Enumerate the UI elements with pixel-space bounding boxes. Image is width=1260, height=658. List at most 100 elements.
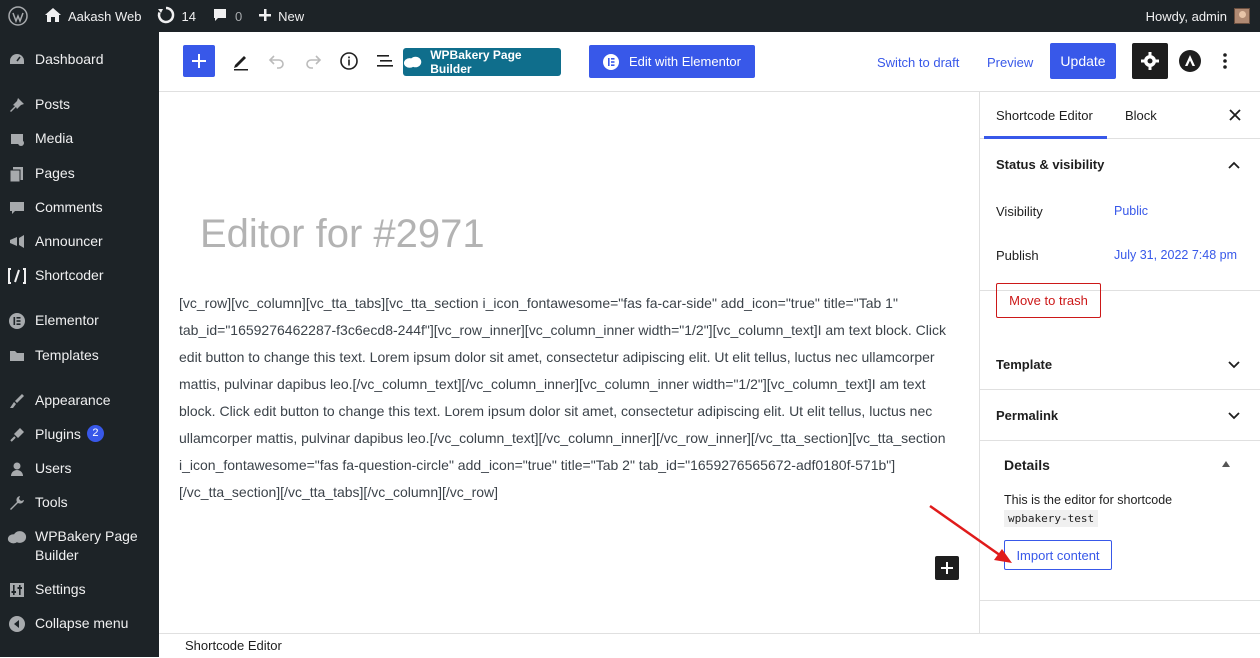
sidebar-item-label: Appearance [35,392,111,408]
megaphone-icon [7,232,27,252]
home-icon [44,7,62,26]
elementor-label: Edit with Elementor [629,54,741,69]
sidebar-item-plugins[interactable]: Plugins 2 [0,425,159,445]
pages-icon [7,164,27,184]
howdy-text: Howdy, admin [1145,8,1227,24]
wpbakery-label: WPBakery Page Builder [430,48,522,76]
details-panel: Details This is the editor for shortcode… [980,441,1260,601]
elementor-icon [7,311,27,331]
sidebar-item-comments[interactable]: Comments [0,198,159,218]
close-icon[interactable] [1228,106,1242,127]
site-name-link[interactable]: Aakash Web [36,0,149,32]
sidebar-item-label: Elementor [35,312,99,328]
admin-bar: Aakash Web 14 0 New Howdy, admin [0,0,1260,32]
sidebar-item-pages[interactable]: Pages [0,164,159,184]
details-toggle[interactable]: Details [1004,441,1260,489]
sidebar-item-label: Settings [35,581,86,597]
visibility-value-link[interactable]: Public [1114,204,1148,218]
comments-link[interactable]: 0 [204,0,250,32]
pencil-tool-icon[interactable] [229,48,253,74]
sidebar-item-label: Posts [35,96,71,112]
editor-footer-breadcrumb[interactable]: Shortcode Editor [159,633,1260,657]
publish-label: Publish [996,247,1039,263]
publish-row: Publish July 31, 2022 7:48 pm [980,233,1260,277]
plugins-update-badge: 2 [86,425,104,442]
sidebar-item-label: Templates [35,347,99,363]
post-title[interactable]: Editor for #2971 [200,212,485,257]
import-content-button[interactable]: Import content [1004,540,1112,570]
updates-icon [157,6,175,27]
comment-icon [7,198,27,218]
sidebar-item-media[interactable]: Media [0,129,159,149]
sidebar-item-label: Collapse menu [35,615,129,631]
redo-icon[interactable] [301,48,325,74]
tab-block[interactable]: Block [1125,92,1157,139]
add-block-button[interactable] [935,556,959,580]
switch-to-draft-button[interactable]: Switch to draft [877,52,959,72]
more-options-icon[interactable] [1213,48,1237,74]
plus-icon [941,562,953,574]
template-title: Template [996,356,1053,372]
sidebar-item-appearance[interactable]: Appearance [0,391,159,411]
sidebar-item-collapse-menu[interactable]: Collapse menu [0,614,159,634]
edit-with-elementor-button[interactable]: Edit with Elementor [589,45,755,78]
chevron-down-icon [1228,357,1240,372]
sidebar-item-shortcoder[interactable]: Shortcoder [0,266,159,286]
sidebar-item-users[interactable]: Users [0,459,159,479]
wordpress-logo-icon[interactable] [0,0,36,32]
sidebar-item-wpbakery-page-builder[interactable]: WPBakery Page Builder [0,527,159,565]
shortcode-name: wpbakery-test [1004,510,1099,527]
sidebar-item-label: Users [35,460,72,476]
new-content-link[interactable]: New [250,0,312,32]
sidebar-item-label: Media [35,130,74,146]
pin-icon [7,95,27,115]
new-label: New [278,8,305,24]
admin-sidebar: Dashboard Posts Media Pages Comments Announce… [0,32,159,657]
astra-logo-icon[interactable] [1177,48,1203,74]
post-content[interactable]: [vc_row][vc_column][vc_tta_tabs][vc_tta_… [179,290,954,506]
brush-icon [7,391,27,411]
panel-tabs: Shortcode Editor Block [980,92,1260,139]
status-visibility-toggle[interactable]: Status & visibility [980,139,1260,189]
wrench-icon [7,493,27,513]
move-to-trash-button[interactable]: Move to trash [996,283,1101,318]
folder-icon [7,346,27,366]
block-inserter-button[interactable] [183,45,215,77]
status-visibility-panel: Status & visibility Visibility Public Pu… [980,139,1260,318]
editor-toolbar: WPBakery Page Builder Edit with Elemento… [159,32,1260,92]
preview-button[interactable]: Preview [987,52,1033,72]
tab-shortcode-editor[interactable]: Shortcode Editor [984,92,1107,139]
wpbakery-button[interactable]: WPBakery Page Builder [403,48,561,76]
triangle-up-icon [1222,461,1230,467]
sidebar-item-tools[interactable]: Tools [0,493,159,513]
gear-icon [1141,52,1159,70]
collapse-icon [7,614,27,634]
sidebar-item-dashboard[interactable]: Dashboard [0,50,159,70]
plus-icon [192,54,206,68]
sidebar-item-posts[interactable]: Posts [0,95,159,115]
sidebar-item-elementor[interactable]: Elementor [0,311,159,331]
settings-sidebar: Shortcode Editor Block Status & visibili… [979,92,1260,633]
avatar [1234,8,1250,24]
sidebar-item-label: Shortcoder [35,267,104,283]
undo-icon[interactable] [265,48,289,74]
chevron-down-icon [1228,408,1240,423]
update-button[interactable]: Update [1050,43,1116,79]
media-icon [7,129,27,149]
sidebar-item-label: Tools [35,494,68,510]
settings-gear-button[interactable] [1132,43,1168,79]
sidebar-item-announcer[interactable]: Announcer [0,232,159,252]
comments-count: 0 [234,8,243,24]
publish-date-link[interactable]: July 31, 2022 7:48 pm [1114,248,1237,262]
status-visibility-title: Status & visibility [996,156,1105,172]
permalink-panel[interactable]: Permalink [980,390,1260,441]
updates-link[interactable]: 14 [149,0,203,32]
sidebar-item-label: Dashboard [35,51,104,67]
sidebar-item-settings[interactable]: Settings [0,580,159,600]
info-icon[interactable] [337,48,361,74]
list-view-icon[interactable] [373,48,397,74]
sidebar-item-templates[interactable]: Templates [0,346,159,366]
template-panel[interactable]: Template [980,339,1260,390]
my-account[interactable]: Howdy, admin [1146,8,1260,24]
plus-icon [258,8,272,25]
